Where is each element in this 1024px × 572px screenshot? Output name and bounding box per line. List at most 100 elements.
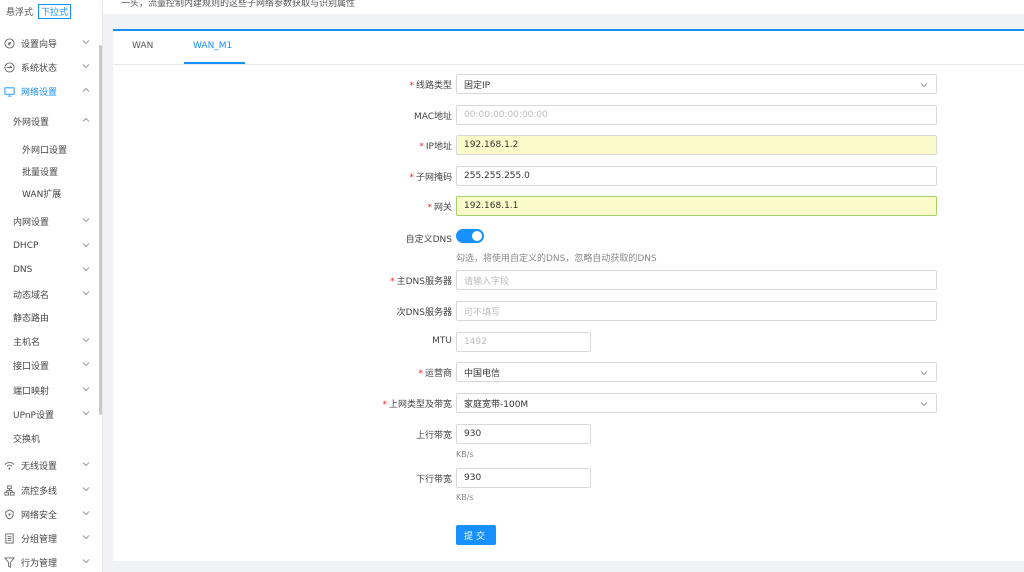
access-type-label: * 上网类型及带宽 bbox=[382, 400, 452, 410]
sidebar-item-dns[interactable]: DNS bbox=[0, 259, 98, 281]
chevron-down-icon bbox=[82, 218, 90, 223]
chevron-down-icon bbox=[920, 371, 928, 376]
download-row: 下行带宽 930 bbox=[113, 468, 1024, 488]
chevron-down-icon bbox=[82, 267, 90, 272]
sidebar-item-switch[interactable]: 交换机 bbox=[0, 427, 98, 449]
primary-dns-label: * 主DNS服务器 bbox=[390, 277, 452, 287]
custom-dns-toggle[interactable] bbox=[456, 229, 484, 243]
line-type-label: * 线路类型 bbox=[409, 81, 452, 91]
primary-dns-input[interactable]: 请输入字段 bbox=[456, 270, 937, 290]
upload-label: 上行带宽 bbox=[415, 431, 452, 441]
chevron-down-icon bbox=[82, 411, 90, 416]
chevron-down-icon bbox=[82, 40, 90, 45]
sidebar-item-wan-port[interactable]: 外网口设置 bbox=[0, 138, 98, 160]
chevron-down-icon bbox=[920, 402, 928, 407]
mac-label: MAC地址 bbox=[413, 112, 452, 122]
gateway-row: * 网关 192.168.1.1 bbox=[113, 196, 1024, 216]
chevron-down-icon bbox=[82, 487, 90, 492]
mode-dropdown-button[interactable]: 下拉式 bbox=[38, 4, 72, 19]
ip-input[interactable]: 192.168.1.2 bbox=[456, 135, 937, 155]
chevron-down-icon bbox=[82, 535, 90, 540]
sidebar-item-wan-settings[interactable]: 外网设置 bbox=[0, 110, 98, 132]
chevron-down-icon bbox=[82, 362, 90, 367]
mac-input[interactable]: 00:00:00:00:00:00 bbox=[456, 105, 937, 125]
tab-wan-m1[interactable]: WAN_M1 bbox=[193, 41, 232, 51]
sidebar-item-interface-settings[interactable]: 接口设置 bbox=[0, 354, 98, 376]
netmask-label: * 子网掩码 bbox=[409, 173, 452, 183]
sidebar-item-flow-control[interactable]: 流控多线 bbox=[0, 479, 98, 501]
download-unit: KB/s bbox=[456, 493, 474, 502]
wifi-icon bbox=[4, 461, 15, 470]
chevron-up-icon bbox=[82, 87, 90, 92]
mac-row: MAC地址 00:00:00:00:00:00 bbox=[113, 105, 1024, 125]
document-icon bbox=[5, 532, 14, 544]
toggle-knob bbox=[472, 231, 482, 241]
netmask-row: * 子网掩码 255.255.255.0 bbox=[113, 166, 1024, 186]
sidebar-item-batch-settings[interactable]: 批量设置 bbox=[0, 160, 98, 182]
line-type-select[interactable]: 固定IP bbox=[456, 74, 937, 94]
sidebar-item-static-route[interactable]: 静态路由 bbox=[0, 306, 98, 328]
chevron-down-icon bbox=[82, 387, 90, 392]
gateway-label: * 网关 bbox=[427, 203, 452, 213]
ip-row: * IP地址 192.168.1.2 bbox=[113, 135, 1024, 155]
top-notice-text: 一头，流量控制内建规则的这些子网络参数获取与识别属性 bbox=[121, 0, 356, 9]
network-icon bbox=[4, 484, 15, 496]
sidebar-item-port-mapping[interactable]: 端口映射 bbox=[0, 379, 98, 401]
chevron-down-icon bbox=[82, 64, 90, 69]
isp-row: * 运营商 中国电信 bbox=[113, 362, 1024, 382]
chevron-down-icon bbox=[82, 462, 90, 467]
sidebar-item-upnp[interactable]: UPnP设置 bbox=[0, 403, 98, 425]
tab-wan[interactable]: WAN bbox=[132, 41, 153, 51]
custom-dns-row: 自定义DNS bbox=[113, 228, 1024, 248]
tab-bar: WAN WAN_M1 bbox=[113, 31, 1024, 65]
menu-mode-switch: 悬浮式 下拉式 bbox=[4, 4, 72, 19]
access-type-row: * 上网类型及带宽 家庭宽带-100M bbox=[113, 393, 1024, 413]
main-panel: WAN WAN_M1 * 线路类型 固定IP MAC地址 00:00:00:00:… bbox=[113, 29, 1024, 561]
upload-input[interactable]: 930 bbox=[456, 424, 591, 444]
sidebar-item-dhcp[interactable]: DHCP bbox=[0, 235, 98, 257]
secondary-dns-input[interactable]: 可不填写 bbox=[456, 301, 937, 321]
custom-dns-label: 自定义DNS bbox=[405, 235, 452, 245]
dashboard-icon bbox=[4, 61, 15, 73]
isp-label: * 运营商 bbox=[418, 369, 452, 379]
custom-dns-hint: 勾选，将使用自定义的DNS，忽略自动获取的DNS bbox=[456, 254, 657, 264]
sidebar-item-system-status[interactable]: 系统状态 bbox=[0, 56, 98, 78]
line-type-row: * 线路类型 固定IP bbox=[113, 74, 1024, 94]
sidebar-item-wan-extend[interactable]: WAN扩展 bbox=[0, 182, 98, 204]
sidebar: 悬浮式 下拉式 设置向导 系统状态 网络设置 外网设置 外网口设置 批量设置 W… bbox=[0, 0, 103, 572]
mtu-input[interactable]: 1492 bbox=[456, 332, 591, 352]
filter-icon bbox=[4, 556, 15, 568]
chevron-down-icon bbox=[82, 338, 90, 343]
top-notice-bar: 一头，流量控制内建规则的这些子网络参数获取与识别属性 bbox=[103, 0, 1024, 14]
sidebar-item-network-settings[interactable]: 网络设置 bbox=[0, 80, 98, 102]
isp-select[interactable]: 中国电信 bbox=[456, 362, 937, 382]
chevron-down-icon bbox=[920, 83, 928, 88]
secondary-dns-row: 次DNS服务器 可不填写 bbox=[113, 301, 1024, 321]
sidebar-item-lan-settings[interactable]: 内网设置 bbox=[0, 210, 98, 232]
download-input[interactable]: 930 bbox=[456, 468, 591, 488]
mode-float-button[interactable]: 悬浮式 bbox=[4, 4, 35, 19]
sidebar-item-ddns[interactable]: 动态域名 bbox=[0, 283, 98, 305]
gateway-input[interactable]: 192.168.1.1 bbox=[456, 196, 937, 216]
mtu-row: MTU 1492 bbox=[113, 332, 1024, 352]
sidebar-scrollbar[interactable] bbox=[99, 45, 102, 415]
sidebar-item-wireless[interactable]: 无线设置 bbox=[0, 454, 98, 476]
primary-dns-row: * 主DNS服务器 请输入字段 bbox=[113, 270, 1024, 290]
sidebar-item-setup-wizard[interactable]: 设置向导 bbox=[0, 32, 98, 54]
chevron-down-icon bbox=[82, 511, 90, 516]
chevron-down-icon bbox=[82, 291, 90, 296]
sidebar-item-group-management[interactable]: 分组管理 bbox=[0, 527, 98, 549]
chevron-up-icon bbox=[82, 117, 90, 122]
mtu-label: MTU bbox=[432, 336, 452, 346]
sidebar-item-behavior-management[interactable]: 行为管理 bbox=[0, 551, 98, 572]
sidebar-item-hostname[interactable]: 主机名 bbox=[0, 330, 98, 352]
chevron-down-icon bbox=[82, 243, 90, 248]
netmask-input[interactable]: 255.255.255.0 bbox=[456, 166, 937, 186]
upload-row: 上行带宽 930 bbox=[113, 424, 1024, 444]
chevron-down-icon bbox=[82, 559, 90, 564]
submit-button[interactable]: 提交 bbox=[456, 525, 496, 545]
shield-icon bbox=[5, 508, 14, 520]
active-tab-indicator bbox=[184, 62, 245, 64]
access-type-select[interactable]: 家庭宽带-100M bbox=[456, 393, 937, 413]
sidebar-item-network-security[interactable]: 网络安全 bbox=[0, 503, 98, 525]
